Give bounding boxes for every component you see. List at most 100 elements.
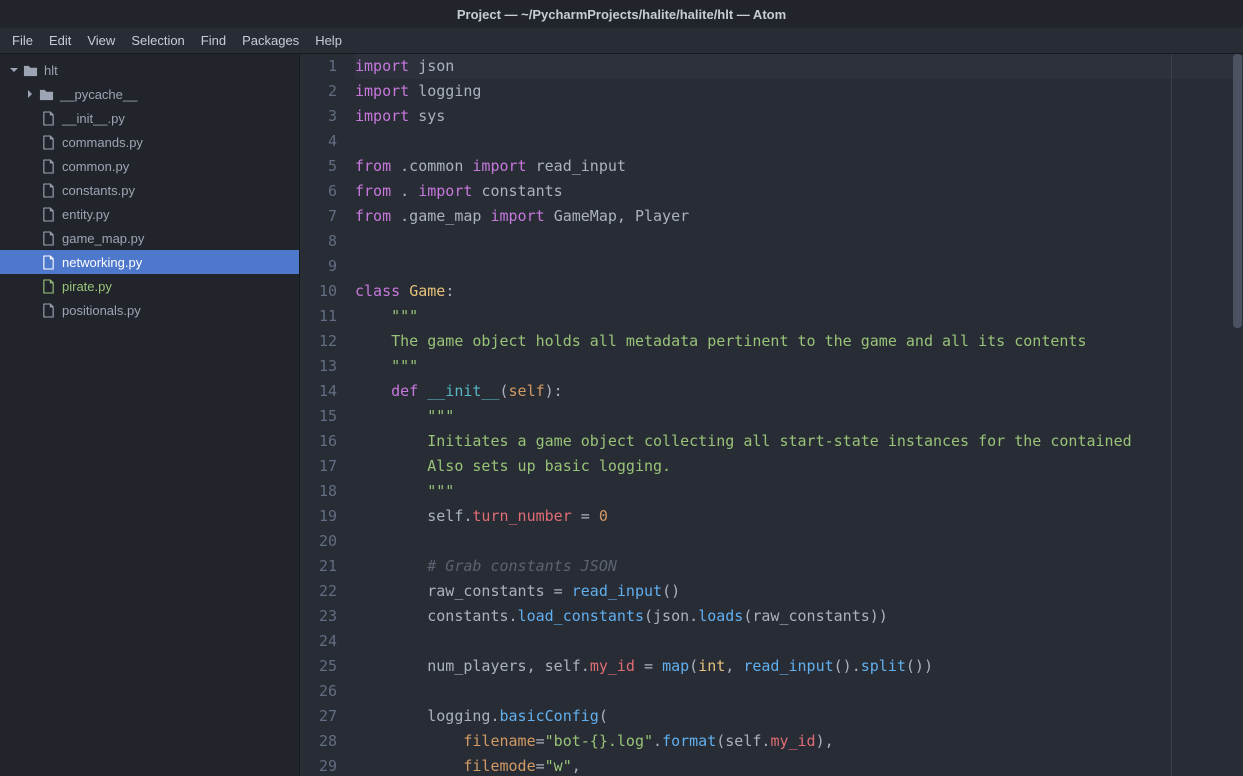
tree-file-positionals[interactable]: positionals.py [0, 298, 299, 322]
code-line[interactable]: import json [355, 54, 1243, 79]
menubar: File Edit View Selection Find Packages H… [0, 28, 1243, 54]
gutter-line-number: 14 [300, 379, 337, 404]
file-icon [40, 134, 56, 150]
menu-help[interactable]: Help [307, 29, 350, 52]
code-line[interactable]: filename="bot-{}.log".format(self.my_id)… [355, 729, 1243, 754]
code-line[interactable]: """ [355, 354, 1243, 379]
gutter-line-number: 13 [300, 354, 337, 379]
gutter-line-number: 12 [300, 329, 337, 354]
file-icon [40, 230, 56, 246]
tree-file-commands[interactable]: commands.py [0, 130, 299, 154]
menu-view[interactable]: View [79, 29, 123, 52]
gutter-line-number: 24 [300, 629, 337, 654]
gutter-line-number: 18 [300, 479, 337, 504]
tree-file-gamemap[interactable]: game_map.py [0, 226, 299, 250]
code-line[interactable]: class Game: [355, 279, 1243, 304]
gutter-line-number: 3 [300, 104, 337, 129]
file-icon [40, 254, 56, 270]
gutter-line-number: 20 [300, 529, 337, 554]
code-line[interactable]: from .game_map import GameMap, Player [355, 204, 1243, 229]
gutter-line-number: 25 [300, 654, 337, 679]
code-line[interactable] [355, 679, 1243, 704]
code-editor[interactable]: 1234567891011121314151617181920212223242… [300, 54, 1243, 776]
tree-file-label: positionals.py [62, 303, 141, 318]
code-line[interactable]: filemode="w", [355, 754, 1243, 776]
code-line[interactable]: # Grab constants JSON [355, 554, 1243, 579]
tree-folder-label: __pycache__ [60, 87, 137, 102]
file-icon [40, 206, 56, 222]
menu-packages[interactable]: Packages [234, 29, 307, 52]
code-line[interactable]: num_players, self.my_id = map(int, read_… [355, 654, 1243, 679]
vertical-scrollbar[interactable] [1232, 54, 1243, 776]
code-line[interactable] [355, 129, 1243, 154]
code-line[interactable]: """ [355, 479, 1243, 504]
code-line[interactable]: from .common import read_input [355, 154, 1243, 179]
tree-file-pirate[interactable]: pirate.py [0, 274, 299, 298]
code-line[interactable]: from . import constants [355, 179, 1243, 204]
gutter-line-number: 26 [300, 679, 337, 704]
gutter-line-number: 8 [300, 229, 337, 254]
window-title: Project — ~/PycharmProjects/halite/halit… [457, 7, 786, 22]
gutter-line-number: 15 [300, 404, 337, 429]
menu-find[interactable]: Find [193, 29, 234, 52]
project-tree[interactable]: hlt __pycache__ __init__.py commands.py [0, 54, 300, 776]
code-line[interactable]: The game object holds all metadata perti… [355, 329, 1243, 354]
file-icon [40, 302, 56, 318]
tree-root-folder[interactable]: hlt [0, 58, 299, 82]
code-line[interactable] [355, 629, 1243, 654]
code-line[interactable]: """ [355, 404, 1243, 429]
code-line[interactable] [355, 529, 1243, 554]
code-line[interactable]: Also sets up basic logging. [355, 454, 1243, 479]
chevron-down-icon [8, 64, 20, 76]
code-line[interactable]: import sys [355, 104, 1243, 129]
folder-icon [22, 62, 38, 78]
tree-file-entity[interactable]: entity.py [0, 202, 299, 226]
code-line[interactable] [355, 254, 1243, 279]
tree-folder-pycache[interactable]: __pycache__ [0, 82, 299, 106]
code-line[interactable]: Initiates a game object collecting all s… [355, 429, 1243, 454]
tree-file-label: __init__.py [62, 111, 125, 126]
code-line[interactable]: self.turn_number = 0 [355, 504, 1243, 529]
tree-file-label: entity.py [62, 207, 109, 222]
tree-file-networking[interactable]: networking.py [0, 250, 299, 274]
code-line[interactable]: """ [355, 304, 1243, 329]
gutter-line-number: 17 [300, 454, 337, 479]
chevron-right-icon [24, 88, 36, 100]
menu-edit[interactable]: Edit [41, 29, 79, 52]
tree-file-label: game_map.py [62, 231, 144, 246]
code-line[interactable] [355, 229, 1243, 254]
tree-file-label: constants.py [62, 183, 135, 198]
code-line[interactable]: def __init__(self): [355, 379, 1243, 404]
gutter-line-number: 11 [300, 304, 337, 329]
gutter-line-number: 19 [300, 504, 337, 529]
tree-file-constants[interactable]: constants.py [0, 178, 299, 202]
window-titlebar: Project — ~/PycharmProjects/halite/halit… [0, 0, 1243, 28]
file-icon [40, 158, 56, 174]
code-area[interactable]: import jsonimport loggingimport sys from … [355, 54, 1243, 776]
folder-icon [38, 86, 54, 102]
tree-file-common[interactable]: common.py [0, 154, 299, 178]
gutter-line-number: 1 [300, 54, 337, 79]
gutter-line-number: 5 [300, 154, 337, 179]
scrollbar-thumb[interactable] [1233, 54, 1242, 328]
code-line[interactable]: constants.load_constants(json.loads(raw_… [355, 604, 1243, 629]
gutter-line-number: 2 [300, 79, 337, 104]
tree-file-label: networking.py [62, 255, 142, 270]
gutter-line-number: 10 [300, 279, 337, 304]
tree-root-label: hlt [44, 63, 58, 78]
gutter-line-number: 23 [300, 604, 337, 629]
tree-file-label: common.py [62, 159, 129, 174]
gutter-line-number: 27 [300, 704, 337, 729]
code-line[interactable]: import logging [355, 79, 1243, 104]
gutter-line-number: 6 [300, 179, 337, 204]
tree-file-init[interactable]: __init__.py [0, 106, 299, 130]
menu-selection[interactable]: Selection [123, 29, 192, 52]
menu-file[interactable]: File [4, 29, 41, 52]
code-line[interactable]: raw_constants = read_input() [355, 579, 1243, 604]
gutter-line-number: 7 [300, 204, 337, 229]
code-line[interactable]: logging.basicConfig( [355, 704, 1243, 729]
file-icon [40, 182, 56, 198]
tree-file-label: pirate.py [62, 279, 112, 294]
wrap-guide [1171, 54, 1172, 776]
file-icon [40, 110, 56, 126]
